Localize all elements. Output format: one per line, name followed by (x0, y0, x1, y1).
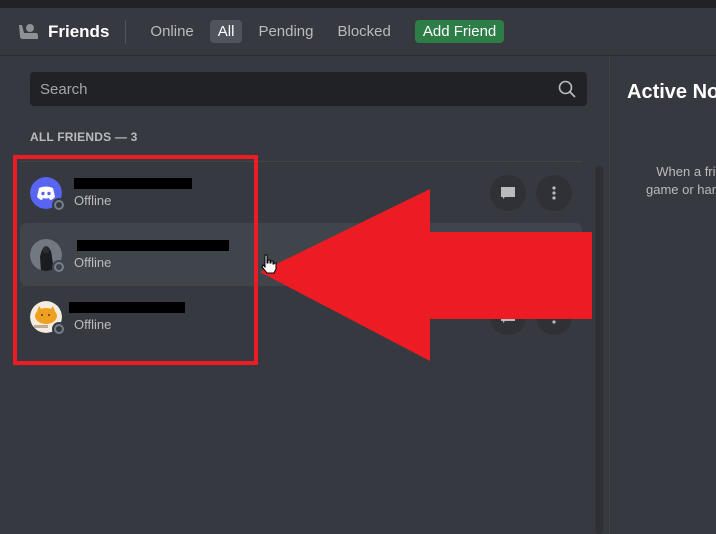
tab-blocked[interactable]: Blocked (330, 20, 399, 43)
friends-wave-icon (19, 23, 38, 39)
friends-count-heading: ALL FRIENDS — 3 (30, 130, 138, 144)
search-icon (558, 80, 576, 98)
window-top-strip (0, 0, 716, 8)
friends-list-scrollbar[interactable] (595, 166, 603, 534)
friends-tabs: Online All Pending Blocked Add Friend (142, 20, 505, 43)
friends-header: Friends Online All Pending Blocked Add F… (0, 8, 716, 56)
tab-online[interactable]: Online (142, 20, 201, 43)
search-bar[interactable] (30, 72, 587, 106)
active-now-panel: Active Now When a friend starts an activ… (609, 57, 716, 534)
red-arrow-annotation-icon (260, 189, 592, 361)
add-friend-button[interactable]: Add Friend (414, 20, 505, 43)
active-now-description-line: game or hanging out on voice—we'll show … (646, 182, 716, 197)
friends-title-label: Friends (48, 21, 110, 41)
active-now-description-line: When a friend starts an activity—like pl… (656, 164, 716, 179)
friends-title: Friends (16, 19, 127, 44)
active-now-description: When a friend starts an activity—like pl… (646, 163, 716, 199)
tab-all[interactable]: All (209, 20, 243, 43)
tab-pending[interactable]: Pending (250, 20, 321, 43)
hand-cursor-icon (261, 254, 277, 274)
active-now-title: Active Now (627, 81, 716, 103)
red-highlight-box (13, 155, 258, 365)
search-input[interactable] (40, 80, 557, 98)
